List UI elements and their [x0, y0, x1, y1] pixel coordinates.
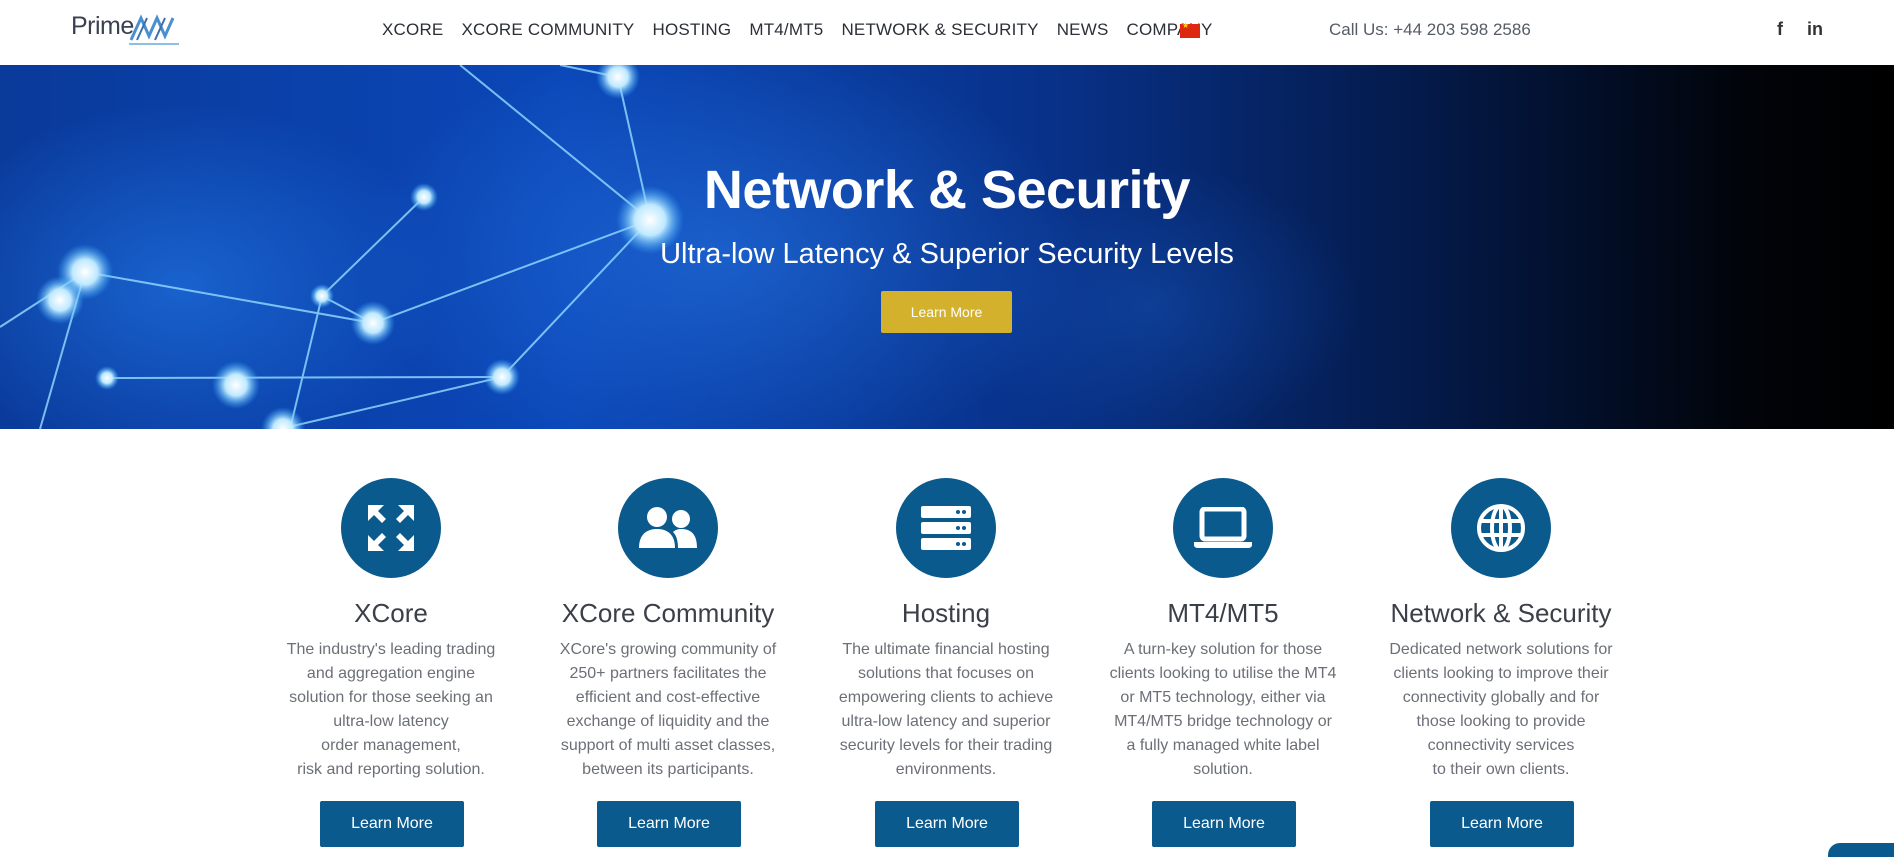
main-nav: XCORE XCORE COMMUNITY HOSTING MT4/MT5 NE…: [382, 20, 1231, 40]
card-title: XCore Community: [561, 598, 775, 628]
mt4-mt5-learn-more-button[interactable]: Learn More: [1152, 801, 1296, 847]
card-description: The industry's leading trading and aggre…: [286, 641, 496, 778]
primexm-logo[interactable]: Prime: [71, 10, 181, 50]
nav-xcore[interactable]: XCORE: [382, 20, 443, 40]
card-description: XCore's growing community of 250+ partne…: [559, 641, 777, 778]
community-circle: [618, 478, 718, 578]
hero-title: Network & Security: [703, 160, 1191, 220]
card-title: Network & Security: [1390, 598, 1612, 628]
card-title: MT4/MT5: [1167, 598, 1279, 628]
nav-news[interactable]: NEWS: [1057, 20, 1109, 40]
hero-learn-more-button[interactable]: Learn More: [881, 291, 1012, 333]
xcore-learn-more-button[interactable]: Learn More: [320, 801, 464, 847]
xcore-community-learn-more-button[interactable]: Learn More: [597, 801, 741, 847]
site-header: Prime XCORE XCORE COMMUNITY HOSTING MT4/…: [0, 0, 1894, 65]
hero-subtitle: Ultra-low Latency & Superior Security Le…: [660, 238, 1234, 270]
card-description: The ultimate financial hosting solutions…: [838, 641, 1054, 778]
card-description: Dedicated network solutions for clients …: [1389, 641, 1613, 778]
linkedin-icon[interactable]: in: [1807, 19, 1823, 40]
mt4-mt5-circle: [1173, 478, 1273, 578]
logo-text: Prime: [71, 12, 134, 40]
nav-xcore-community[interactable]: XCORE COMMUNITY: [461, 20, 634, 40]
globe-icon: [1477, 504, 1525, 552]
hosting-circle: [896, 478, 996, 578]
hosting-learn-more-button[interactable]: Learn More: [875, 801, 1019, 847]
users-icon: [639, 507, 697, 548]
card-description: A turn-key solution for those clients lo…: [1109, 641, 1337, 778]
network-security-circle: [1451, 478, 1551, 578]
xcore-circle: [341, 478, 441, 578]
chat-widget-tab[interactable]: [1828, 843, 1894, 857]
hero-banner: Network & Security Ultra-low Latency & S…: [0, 65, 1894, 429]
china-flag-icon[interactable]: [1180, 21, 1200, 38]
card-title: XCore: [354, 598, 428, 628]
nav-network-security[interactable]: NETWORK & SECURITY: [841, 20, 1038, 40]
logo-mark-icon: [129, 14, 179, 45]
nav-hosting[interactable]: HOSTING: [652, 20, 731, 40]
expand-arrows-icon: [368, 505, 414, 551]
facebook-icon[interactable]: f: [1777, 19, 1783, 40]
laptop-icon: [1194, 507, 1252, 548]
server-icon: [921, 506, 971, 550]
phone-number: Call Us: +44 203 598 2586: [1329, 20, 1531, 39]
network-security-learn-more-button[interactable]: Learn More: [1430, 801, 1574, 847]
nav-mt4-mt5[interactable]: MT4/MT5: [749, 20, 823, 40]
card-title: Hosting: [901, 598, 991, 628]
